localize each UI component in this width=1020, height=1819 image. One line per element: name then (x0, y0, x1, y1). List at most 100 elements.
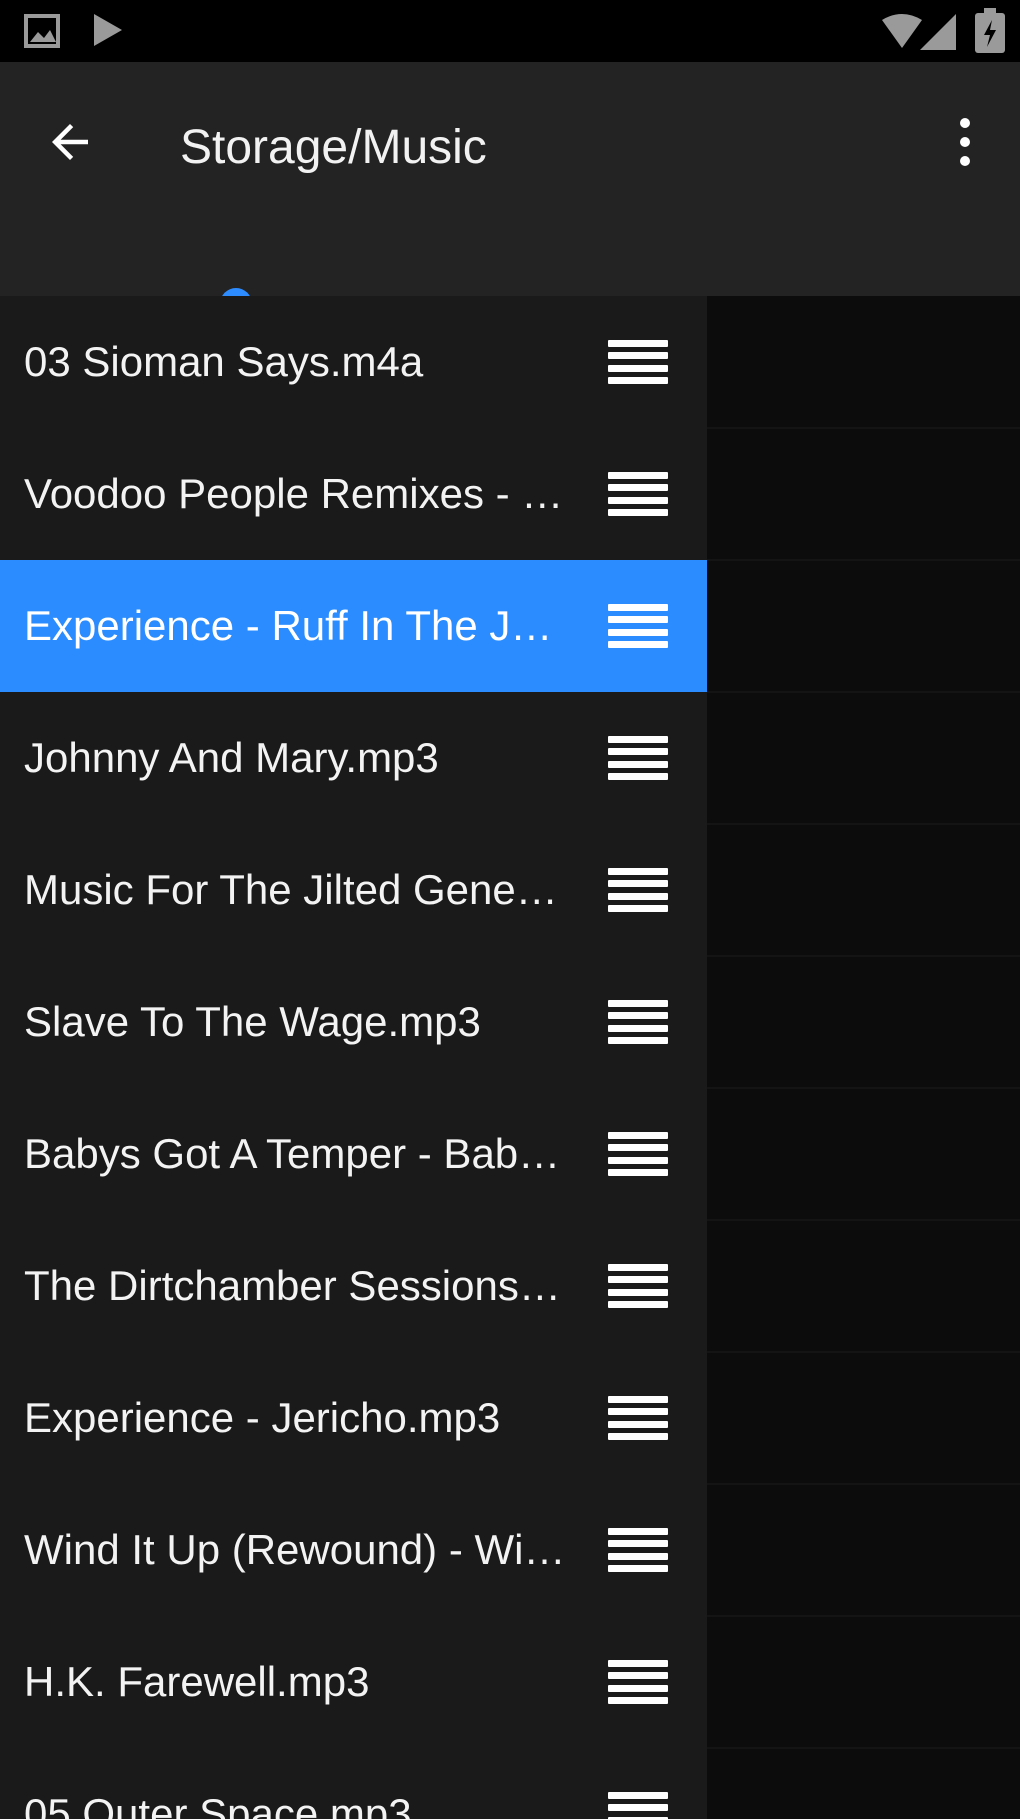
file-name: The Dirtchamber Sessions Volume One.mp3 (24, 1262, 568, 1309)
list-item[interactable]: Voodoo People Remixes - Voodoo People (P… (0, 428, 707, 560)
drag-handle-bar (608, 1792, 668, 1799)
drag-handle-bar (608, 1528, 668, 1535)
arrow-left-icon (52, 124, 88, 160)
drag-handle-icon[interactable] (604, 1388, 672, 1448)
drag-handle-icon[interactable] (604, 992, 672, 1052)
drag-handle-bar (608, 1552, 668, 1560)
divider (707, 1351, 1020, 1353)
battery-icon (975, 8, 1005, 53)
drag-handle-bar (608, 736, 668, 743)
file-name: 03 Sioman Says.m4a (24, 338, 424, 385)
drag-handle-bar (608, 364, 668, 372)
drag-handle-icon[interactable] (604, 1520, 672, 1580)
overflow-menu-button[interactable] (925, 102, 1005, 182)
list-item[interactable]: Experience - Jericho.mp3 (0, 1352, 707, 1484)
file-list: 03 Sioman Says.m4a Voodoo People Remixes … (0, 296, 707, 1819)
divider (707, 427, 1020, 429)
drag-handle-icon[interactable] (604, 596, 672, 656)
drag-handle-bar (608, 1804, 668, 1812)
drag-handle-bar (608, 772, 668, 780)
divider (707, 691, 1020, 693)
drag-handle-bar (608, 640, 668, 648)
drag-handle-bar (608, 1696, 668, 1704)
divider (707, 559, 1020, 561)
wifi-signal-icon (882, 14, 956, 50)
drag-handle-bar (608, 1012, 668, 1020)
list-item[interactable]: The Dirtchamber Sessions Volume One.mp3 (0, 1220, 707, 1352)
drag-handle-bar (608, 904, 668, 912)
file-name: Experience - Jericho.mp3 (24, 1394, 501, 1441)
list-item[interactable]: H.K. Farewell.mp3 (0, 1616, 707, 1748)
app-screen: Storage/Music 03 Sioman Says.m4a Voodoo P… (0, 0, 1020, 1819)
drag-handle-bar (608, 1408, 668, 1416)
drag-handle-icon[interactable] (604, 1784, 672, 1819)
drag-handle-bar (608, 484, 668, 492)
file-name: 05 Outer Space.mp3 (24, 1790, 412, 1819)
drag-handle-bar (608, 1288, 668, 1296)
drag-handle-bar (608, 868, 668, 875)
drag-handle-bar (608, 748, 668, 756)
play-notification-icon (94, 14, 122, 46)
drag-handle-bar (608, 1168, 668, 1176)
file-name: Wind It Up (Rewound) - Wind It Up.mp3 (24, 1526, 568, 1573)
divider (707, 1219, 1020, 1221)
back-button[interactable] (30, 102, 110, 182)
file-name: Slave To The Wage.mp3 (24, 998, 481, 1045)
toolbar: Storage/Music (0, 62, 1020, 320)
drag-handle-bar (608, 508, 668, 516)
drag-handle-bar (608, 376, 668, 384)
drag-handle-bar (608, 1540, 668, 1548)
image-notification-icon (24, 14, 60, 48)
drag-handle-bar (608, 616, 668, 624)
drag-handle-bar (608, 1156, 668, 1164)
drag-handle-bar (608, 1036, 668, 1044)
drag-handle-bar (608, 1300, 668, 1308)
drag-handle-bar (608, 1024, 668, 1032)
list-item[interactable]: Wind It Up (Rewound) - Wind It Up.mp3 (0, 1484, 707, 1616)
drag-handle-icon[interactable] (604, 1652, 672, 1712)
drag-handle-bar (608, 1000, 668, 1007)
drag-handle-bar (608, 472, 668, 479)
drag-handle-bar (608, 1432, 668, 1440)
drag-handle-bar (608, 760, 668, 768)
status-bar (0, 0, 1020, 62)
list-item[interactable]: Music For The Jilted Generation.mp3 (0, 824, 707, 956)
drag-handle-icon[interactable] (604, 332, 672, 392)
drag-handle-bar (608, 1276, 668, 1284)
drag-handle-bar (608, 892, 668, 900)
drag-handle-bar (608, 880, 668, 888)
drag-handle-icon[interactable] (604, 464, 672, 524)
drag-handle-icon[interactable] (604, 1124, 672, 1184)
divider (707, 955, 1020, 957)
divider (707, 1483, 1020, 1485)
list-item[interactable]: Johnny And Mary.mp3 (0, 692, 707, 824)
drag-handle-bar (608, 352, 668, 360)
drag-handle-bar (608, 604, 668, 611)
drag-handle-icon[interactable] (604, 860, 672, 920)
divider (707, 1615, 1020, 1617)
more-vert-icon (960, 118, 970, 166)
drag-handle-icon[interactable] (604, 1256, 672, 1316)
file-name: Experience - Ruff In The Jungle Bizness.… (24, 602, 568, 649)
page-title: Storage/Music (180, 121, 487, 174)
drag-handle-bar (608, 628, 668, 636)
file-name: Music For The Jilted Generation.mp3 (24, 866, 568, 913)
drag-handle-bar (608, 1564, 668, 1572)
drag-handle-bar (608, 1672, 668, 1680)
file-name: Babys Got A Temper - Babys Got A Temper.… (24, 1130, 568, 1177)
drag-handle-bar (608, 1132, 668, 1139)
file-name: Voodoo People Remixes - Voodoo People (P… (24, 470, 568, 517)
list-item[interactable]: 03 Sioman Says.m4a (0, 296, 707, 428)
list-item[interactable]: Slave To The Wage.mp3 (0, 956, 707, 1088)
drag-handle-bar (608, 496, 668, 504)
list-item[interactable]: Experience - Ruff In The Jungle Bizness.… (0, 560, 707, 692)
drag-handle-icon[interactable] (604, 728, 672, 788)
divider (707, 823, 1020, 825)
drag-handle-bar (608, 1144, 668, 1152)
drag-handle-bar (608, 340, 668, 347)
drag-handle-bar (608, 1420, 668, 1428)
drag-handle-bar (608, 1660, 668, 1667)
empty-pane (707, 296, 1020, 1819)
list-item[interactable]: Babys Got A Temper - Babys Got A Temper.… (0, 1088, 707, 1220)
list-item[interactable]: 05 Outer Space.mp3 (0, 1748, 707, 1819)
